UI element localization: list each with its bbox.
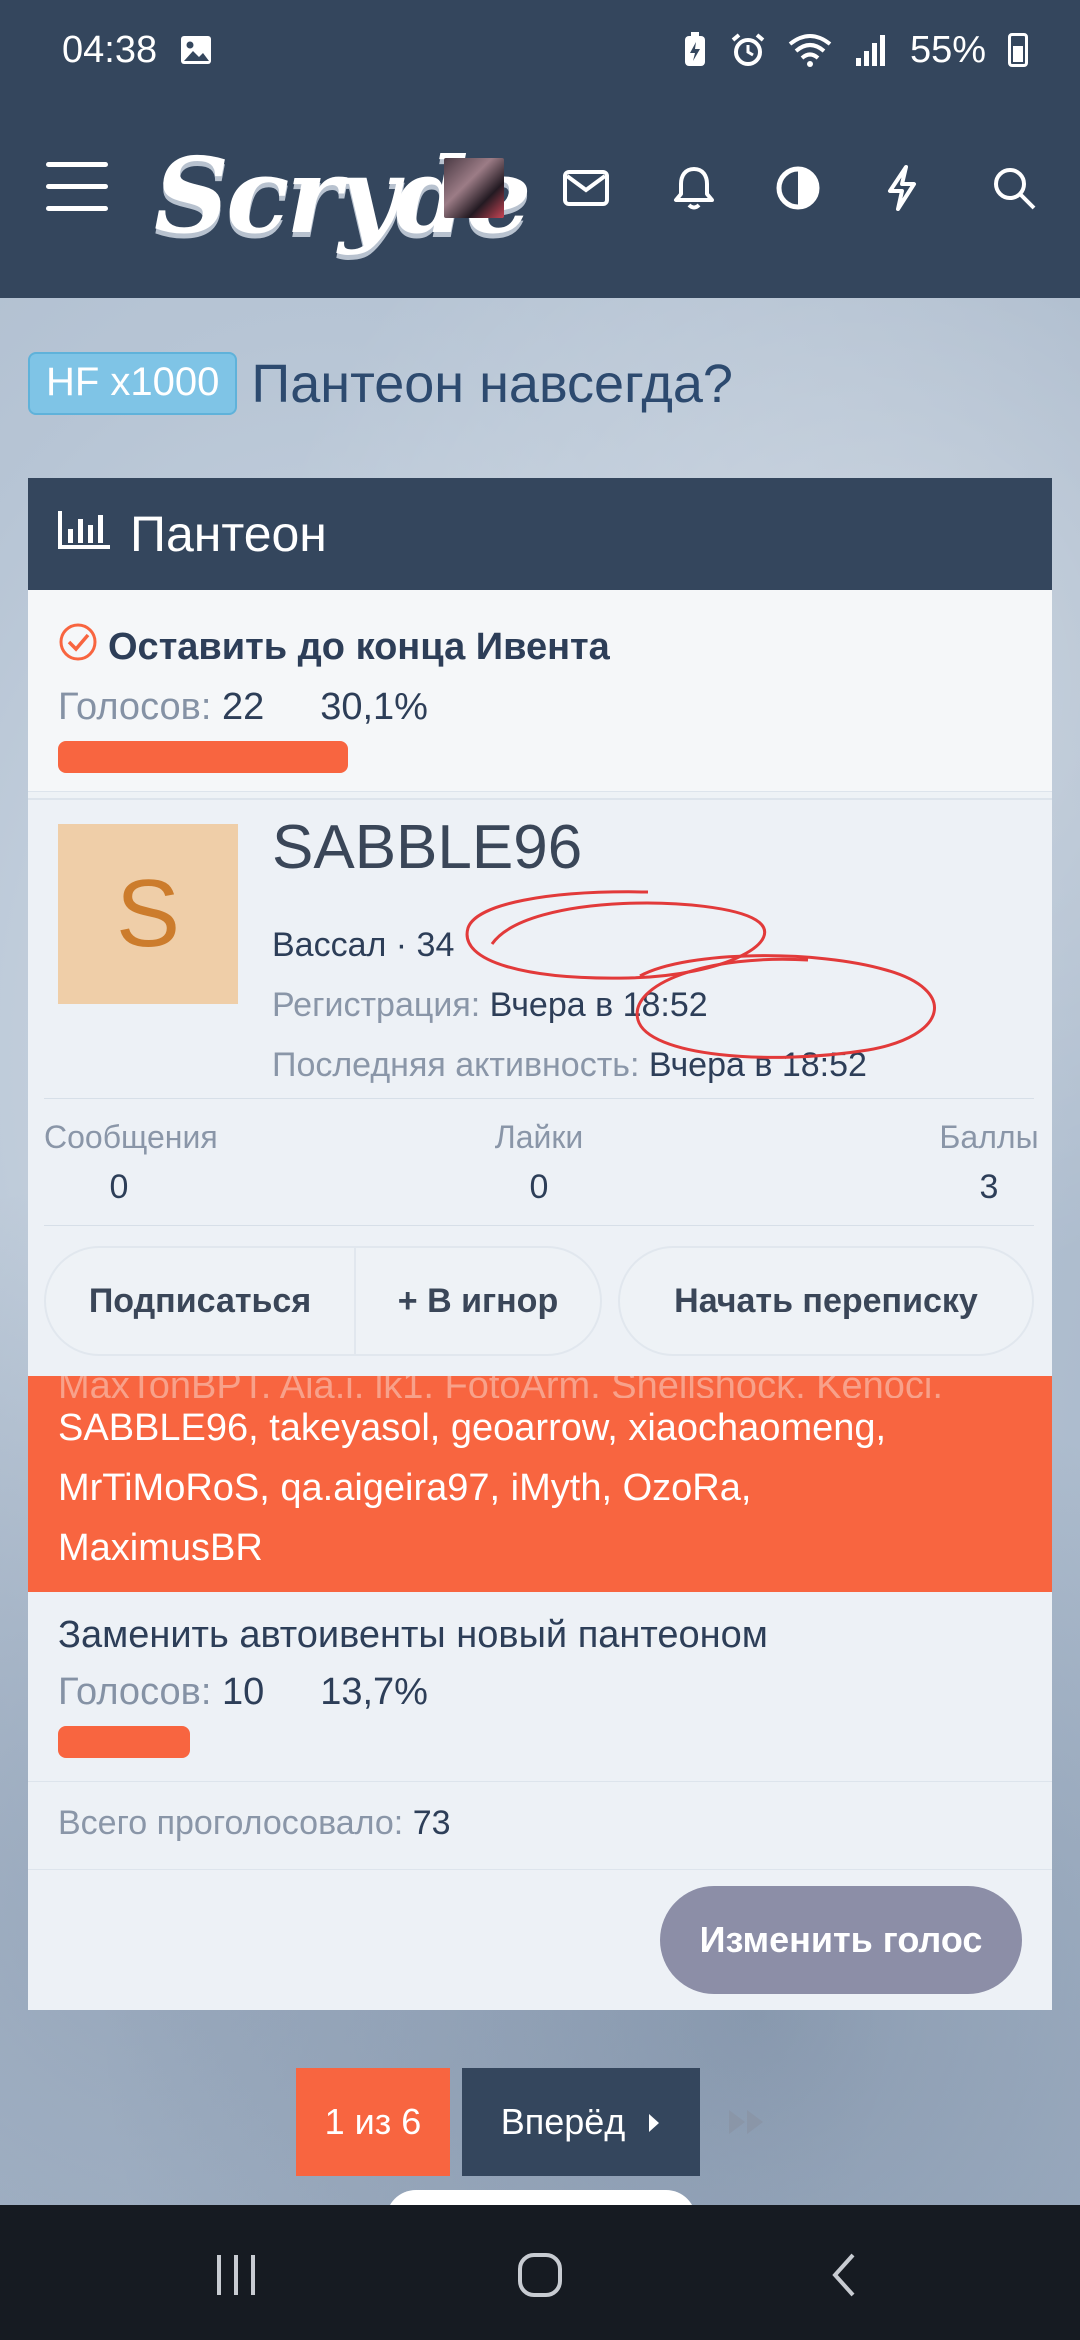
votes-percent: 30,1%: [320, 686, 428, 728]
bell-icon[interactable]: [664, 158, 724, 218]
checkmark-icon: [58, 622, 98, 672]
poll-answer-2: Заменить автоивенты новый пантеоном Голо…: [28, 1592, 1052, 1782]
votes-label: Голосов:: [58, 1671, 212, 1713]
member-avatar[interactable]: S: [58, 824, 238, 1004]
member-stats: Сообщения 0 Лайки 0 Баллы 3: [44, 1098, 1039, 1226]
poll-answer-2-bar: [58, 1726, 190, 1758]
bolt-icon[interactable]: [872, 158, 932, 218]
poll-total: Всего проголосовало: 73: [28, 1782, 1052, 1870]
search-icon[interactable]: [984, 158, 1044, 218]
votes-label: Голосов:: [58, 686, 212, 728]
stat-points-label: Баллы: [939, 1119, 1039, 1155]
stat-likes-label: Лайки: [494, 1119, 584, 1155]
voters-line: MrTiMoRoS, qa.aigeira97, iMyth, OzoRa,: [58, 1467, 752, 1509]
page-next-label: Вперёд: [500, 2101, 626, 2142]
app-header: Scryde: [0, 100, 1080, 298]
wifi-icon: [788, 32, 832, 68]
total-value: 73: [412, 1804, 451, 1842]
battery-icon: [1008, 33, 1028, 67]
mail-icon[interactable]: [556, 158, 616, 218]
poll-answer-2-text: Заменить автоивенты новый пантеоном: [58, 1614, 768, 1656]
total-label: Всего проголосовало:: [58, 1804, 404, 1842]
bar-chart-icon: [56, 505, 112, 563]
status-bar: 04:38 55%: [0, 0, 1080, 100]
registered-value: Вчера в 18:52: [489, 986, 708, 1024]
member-tooltip: S SABBLE96 Вассал · 34 Регистрация: Вчер…: [28, 798, 1052, 1376]
stat-likes[interactable]: Лайки 0: [464, 1119, 614, 1207]
member-last-active: Последняя активность: Вчера в 18:52: [272, 1046, 867, 1085]
page-next-button[interactable]: Вперёд: [462, 2068, 700, 2176]
page-current[interactable]: 1 из 6: [296, 2068, 450, 2176]
poll-header: Пантеон: [28, 478, 1052, 590]
stat-likes-value: 0: [529, 1168, 549, 1206]
thread-title: Пантеон навсегда?: [251, 353, 733, 414]
recent-apps-icon[interactable]: [196, 2235, 276, 2315]
pagination: 1 из 6 Вперёд: [296, 2068, 782, 2176]
poll-answer-1: Оставить до конца Ивента Голосов: 22 30,…: [28, 590, 1052, 792]
thread-title-row: HF x1000 Пантеон навсегда?: [28, 352, 733, 415]
voters-line: MaximusBR: [58, 1527, 263, 1569]
votes-percent: 13,7%: [320, 1671, 428, 1713]
menu-icon[interactable]: [46, 162, 108, 212]
poll-footer: Изменить голос: [28, 1870, 1052, 2010]
page-last-icon[interactable]: [712, 2068, 782, 2176]
back-icon[interactable]: [804, 2235, 884, 2315]
signal-icon: [854, 32, 888, 68]
registered-label: Регистрация:: [272, 986, 481, 1024]
system-nav-bar: [0, 2205, 1080, 2340]
poll-answer-1-bar: [58, 741, 348, 773]
alarm-icon: [730, 32, 766, 68]
member-rank: Вассал · 34: [272, 926, 455, 964]
stat-points-value: 3: [979, 1168, 999, 1206]
votes-count: 10: [221, 1671, 265, 1713]
avatar[interactable]: [444, 158, 504, 218]
voters-line-partial: MaxTonBPT, Aia.i, lk1, FotoArm, Shellsho…: [58, 1376, 943, 1398]
member-username[interactable]: SABBLE96: [272, 812, 582, 883]
last-active-value: Вчера в 18:52: [648, 1046, 867, 1084]
poll-answer-1-text: Оставить до конца Ивента: [108, 625, 610, 668]
contrast-icon[interactable]: [768, 158, 828, 218]
voters-list: MaxTonBPT, Aia.i, lk1, FotoArm, Shellsho…: [28, 1376, 1052, 1592]
battery-percent: 55%: [909, 28, 986, 71]
last-active-label: Последняя активность:: [272, 1046, 640, 1084]
stat-messages-label: Сообщения: [44, 1119, 218, 1155]
follow-button[interactable]: Подписаться: [44, 1246, 356, 1356]
member-registered: Регистрация: Вчера в 18:52: [272, 986, 708, 1025]
member-actions: Подписаться + В игнор Начать переписку: [44, 1246, 1034, 1356]
start-conversation-button[interactable]: Начать переписку: [618, 1246, 1034, 1356]
voters-line: SABBLE96, takeyasol, geoarrow, xiaochaom…: [58, 1407, 887, 1449]
stat-messages[interactable]: Сообщения 0: [44, 1119, 218, 1207]
stat-points[interactable]: Баллы 3: [914, 1119, 1064, 1207]
chevron-right-icon: [647, 2101, 661, 2143]
status-time: 04:38: [62, 28, 158, 71]
battery-saver-icon: [682, 32, 708, 68]
image-icon: [179, 33, 213, 67]
thread-prefix-badge[interactable]: HF x1000: [28, 352, 238, 415]
stat-messages-value: 0: [109, 1168, 129, 1206]
poll-title: Пантеон: [130, 506, 327, 562]
ignore-button[interactable]: + В игнор: [356, 1246, 602, 1356]
votes-count: 22: [221, 686, 265, 728]
change-vote-button[interactable]: Изменить голос: [660, 1886, 1022, 1994]
home-icon[interactable]: [500, 2235, 580, 2315]
